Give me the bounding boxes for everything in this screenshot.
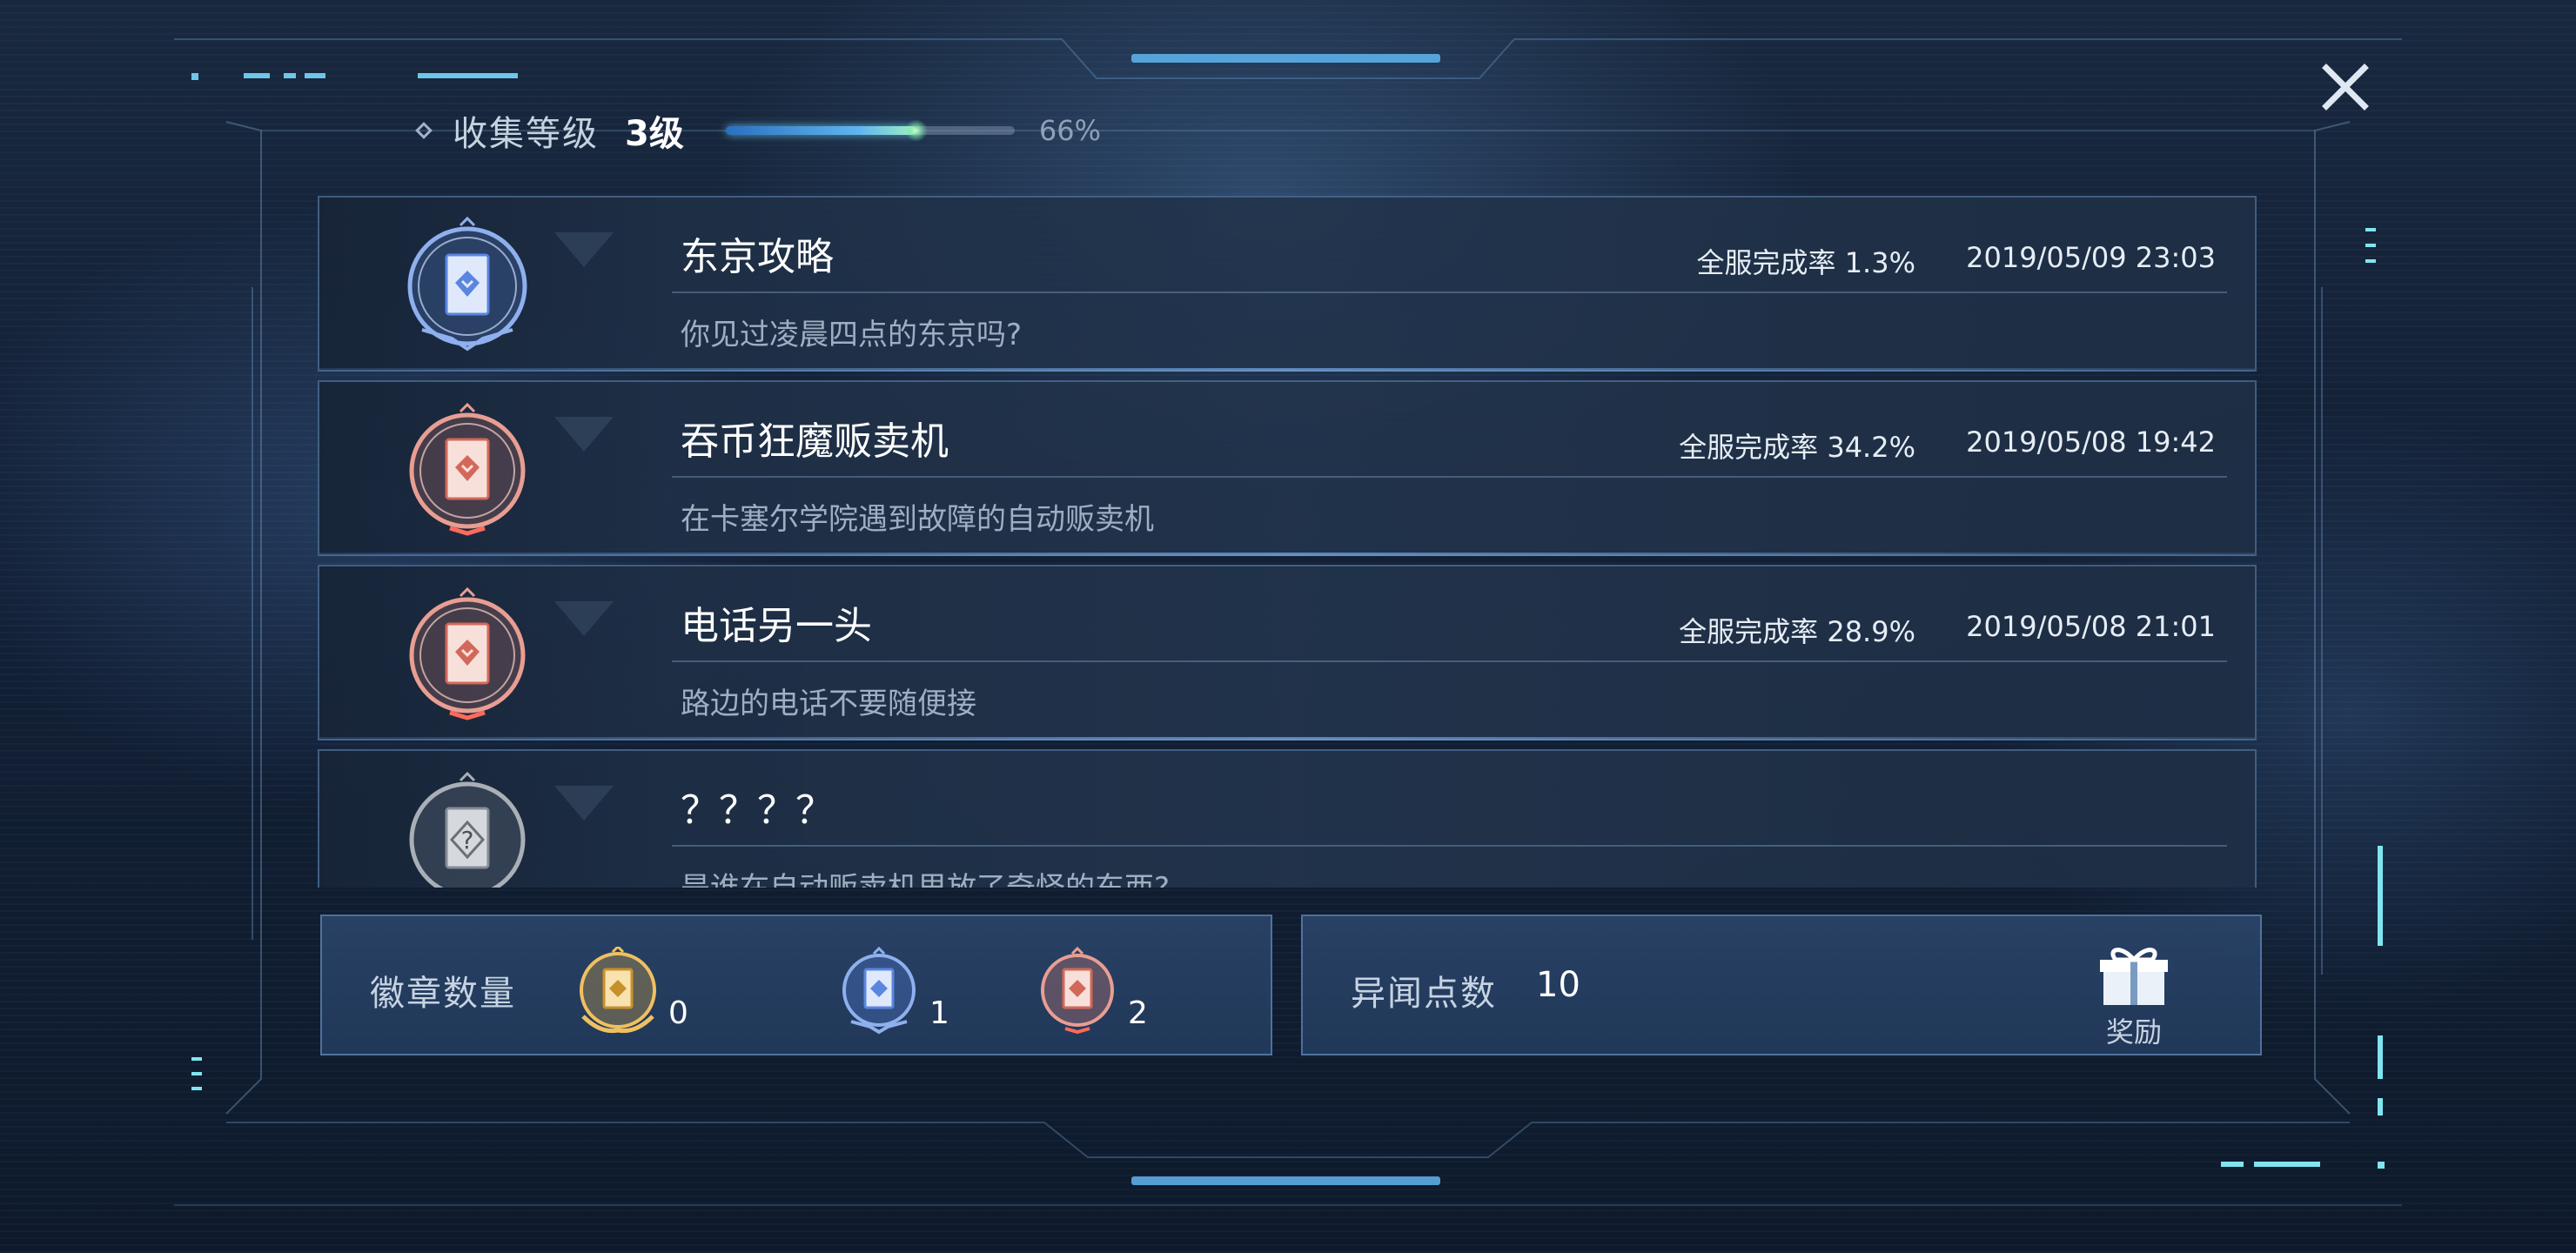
card-divider — [672, 291, 2227, 293]
level-value: 3级 — [625, 114, 684, 154]
card-completion-rate: 全服完成率 28.9% — [1679, 615, 1915, 648]
bottom-accent-bar — [1131, 1176, 1440, 1185]
card-description: 路边的电话不要随便接 — [681, 687, 976, 721]
card-notch — [554, 417, 614, 452]
badge-count-label: 徽章数量 — [370, 974, 516, 1014]
blue-badge-count: 1 — [929, 995, 949, 1031]
card-notch — [554, 601, 614, 636]
card-date: 2019/05/08 19:42 — [1966, 425, 2216, 459]
collection-level-header: 收集等级 3级 66% — [415, 100, 1101, 161]
collection-list[interactable]: 东京攻略 全服完成率 1.3% 2019/05/09 23:03 你见过凌晨四点… — [318, 196, 2258, 888]
level-progress-percent: 66% — [1038, 114, 1101, 147]
anomaly-points-label: 异闻点数 — [1351, 974, 1497, 1014]
card-title: 东京攻略 — [681, 235, 834, 279]
level-progress-glow — [904, 119, 928, 142]
red-badge-group: 2 — [1034, 946, 1173, 1042]
close-icon — [2322, 64, 2369, 111]
card-date: 2019/05/09 23:03 — [1966, 241, 2216, 274]
collection-card-1[interactable]: 东京攻略 全服完成率 1.3% 2019/05/09 23:03 你见过凌晨四点… — [318, 196, 2257, 372]
badge-count-panel: 徽章数量 0 1 2 — [320, 915, 1272, 1055]
anomaly-points-value: 10 — [1536, 965, 1580, 1005]
card-edge-glow — [319, 737, 2255, 740]
red-badge-icon — [398, 401, 537, 540]
card-edge-glow — [319, 368, 2255, 372]
gold-badge-group: 0 — [574, 944, 714, 1042]
level-progress-fill — [725, 126, 916, 135]
card-divider — [672, 845, 2227, 847]
collection-card-4-locked[interactable]: ? ？？？？ 是谁在自动贩卖机里放了奇怪的东西? — [318, 749, 2257, 888]
blue-badge-icon — [398, 216, 537, 356]
card-title: 电话另一头 — [681, 604, 872, 648]
collection-card-3[interactable]: 电话另一头 全服完成率 28.9% 2019/05/08 21:01 路边的电话… — [318, 565, 2257, 740]
card-date: 2019/05/08 21:01 — [1966, 610, 2216, 643]
card-notch — [554, 232, 614, 267]
card-notch — [554, 786, 614, 821]
gold-badge-icon — [580, 944, 656, 1034]
blue-badge-icon — [842, 946, 916, 1035]
card-completion-rate: 全服完成率 34.2% — [1679, 431, 1915, 464]
card-completion-rate: 全服完成率 1.3% — [1696, 246, 1915, 279]
red-badge-icon — [1041, 946, 1114, 1035]
level-label: 收集等级 — [453, 114, 599, 154]
anomaly-points-panel: 异闻点数 10 奖励 — [1301, 915, 2262, 1055]
red-badge-count: 2 — [1128, 995, 1148, 1031]
red-badge-icon — [398, 586, 537, 725]
close-button[interactable] — [2311, 57, 2380, 117]
collection-screen: 收集等级 3级 66% 东京攻略 全服完成率 1.3% 2019/05/09 2… — [0, 0, 2576, 1253]
diamond-icon — [415, 122, 433, 139]
card-description: 你见过凌晨四点的东京吗? — [681, 318, 1023, 352]
reward-button[interactable]: 奖励 — [2086, 942, 2182, 1049]
blue-badge-group: 1 — [835, 946, 975, 1042]
reward-label: 奖励 — [2105, 1015, 2162, 1049]
gold-badge-count: 0 — [668, 995, 688, 1031]
card-divider — [672, 476, 2227, 478]
card-divider — [672, 660, 2227, 662]
card-description: 在卡塞尔学院遇到故障的自动贩卖机 — [681, 502, 1154, 537]
card-edge-glow — [319, 553, 2255, 556]
level-progress-bar — [725, 119, 1015, 142]
card-description: 是谁在自动贩卖机里放了奇怪的东西? — [681, 864, 1170, 888]
top-accent-bar — [1131, 54, 1440, 63]
card-title: 吞币狂魔贩卖机 — [681, 419, 949, 464]
locked-badge-icon: ? — [398, 770, 537, 888]
svg-text:?: ? — [461, 826, 474, 854]
card-title: ？？？？ — [681, 788, 834, 833]
collection-card-2[interactable]: 吞币狂魔贩卖机 全服完成率 34.2% 2019/05/08 19:42 在卡塞… — [318, 380, 2257, 556]
gift-icon — [2100, 948, 2168, 1005]
